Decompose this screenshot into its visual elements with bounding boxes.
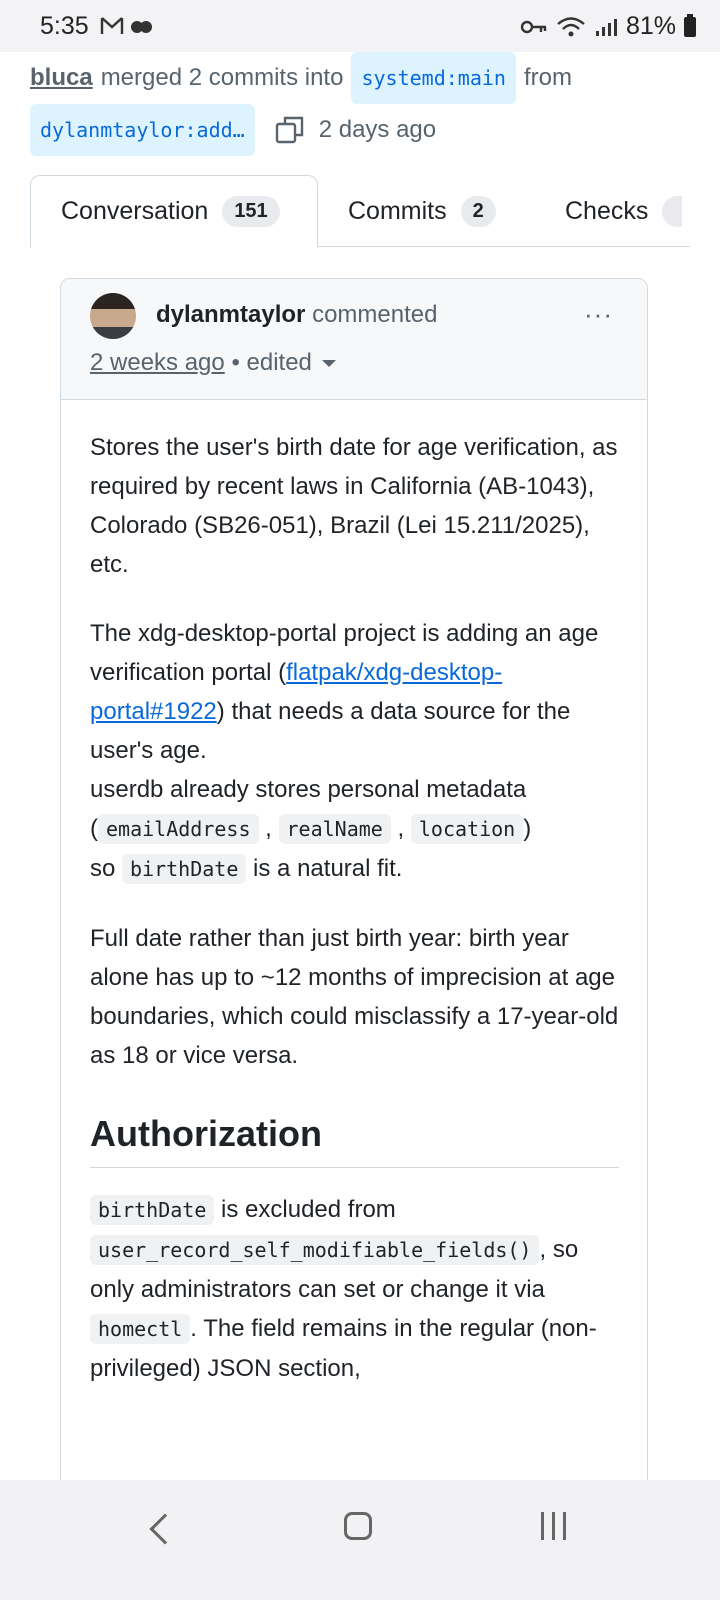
chevron-down-icon (321, 360, 336, 368)
signal-icon (595, 18, 617, 36)
recents-icon[interactable] (541, 1512, 566, 1540)
code-homectl: homectl (90, 1314, 191, 1344)
comment-time-link[interactable]: 2 weeks ago (90, 349, 225, 376)
tab-conversation-count: 151 (222, 196, 280, 227)
status-right: 81% (520, 12, 696, 41)
from-text: from (523, 64, 572, 91)
key-icon (520, 20, 547, 33)
status-time: 5:35 (40, 12, 89, 40)
pr-tabs: Conversation 151 Commits 2 Checks 0 (30, 175, 690, 248)
portal-text-d: ) (523, 815, 532, 842)
tab-checks[interactable]: Checks 0 (565, 175, 683, 247)
merged-text: merged 2 commits into (100, 64, 344, 91)
battery-percent: 81% (625, 12, 676, 40)
portal-text-f: is a natural fit. (246, 855, 403, 882)
tab-commits-count: 2 (460, 195, 496, 227)
system-nav-bar (0, 1480, 720, 1600)
comment-header: dylanmtaylor commented ··· 2 weeks ago •… (61, 279, 647, 400)
avatar-hair (90, 293, 136, 309)
comment-author-link[interactable]: dylanmtaylor (156, 301, 305, 328)
tab-commits-label: Commits (348, 196, 447, 225)
paragraph-authorization: birthDate is excluded from user_record_s… (90, 1190, 619, 1388)
merge-time-ago: 2 days ago (318, 116, 437, 143)
code-email-address: emailAddress (98, 814, 259, 844)
copy-icon[interactable] (275, 115, 305, 145)
tab-commits[interactable]: Commits 2 (348, 175, 496, 247)
battery-icon (684, 13, 696, 37)
paragraph-full-date: Full date rather than just birth year: b… (90, 925, 619, 1069)
tab-checks-count: 0 (662, 195, 683, 227)
code-self-modifiable-fields: user_record_self_modifiable_fields() (90, 1235, 540, 1265)
avatar[interactable] (90, 293, 136, 339)
comment-meta: 2 weeks ago • edited (90, 349, 336, 377)
code-birth-date-2: birthDate (90, 1195, 215, 1225)
more-options-button[interactable]: ··· (584, 299, 613, 330)
meta-separator: • (231, 349, 247, 376)
home-icon[interactable] (344, 1512, 372, 1540)
portal-text-e: so (90, 855, 123, 882)
avatar-shirt (90, 327, 136, 339)
gmail-icon (100, 17, 124, 34)
back-icon[interactable] (149, 1513, 181, 1545)
comment-card: dylanmtaylor commented ··· 2 weeks ago •… (60, 278, 648, 1518)
comment-author-line: dylanmtaylor commented (156, 301, 437, 329)
tab-checks-label: Checks (565, 196, 649, 225)
cloud-icon (131, 21, 152, 33)
code-birth-date: birthDate (122, 854, 247, 884)
notification-icons (100, 16, 154, 36)
base-branch-badge[interactable]: systemd:main (351, 52, 516, 104)
wifi-icon (557, 16, 585, 36)
head-branch-badge[interactable]: dylanmtaylor:add… (30, 104, 255, 156)
edited-dropdown[interactable]: edited (247, 349, 336, 376)
paragraph-intro: Stores the user's birth date for age ver… (90, 434, 618, 578)
comment-action: commented (312, 301, 438, 328)
comment-body: Stores the user's birth date for age ver… (61, 400, 647, 1388)
merge-status-line: bluca merged 2 commits into systemd:main… (30, 52, 700, 156)
heading-authorization: Authorization (90, 1109, 619, 1168)
merger-user-link[interactable]: bluca (30, 56, 93, 100)
pr-header: bluca merged 2 commits into systemd:main… (30, 52, 700, 156)
edited-label: edited (246, 349, 312, 376)
paragraph-portal: The xdg-desktop-portal project is adding… (90, 620, 599, 884)
status-bar: 5:35 81% (0, 0, 720, 52)
code-location: location (410, 814, 524, 844)
tab-conversation-label: Conversation (61, 197, 209, 225)
code-real-name: realName (278, 814, 391, 844)
tab-conversation[interactable]: Conversation 151 (30, 175, 318, 248)
auth-text-a: is excluded from (214, 1196, 396, 1223)
